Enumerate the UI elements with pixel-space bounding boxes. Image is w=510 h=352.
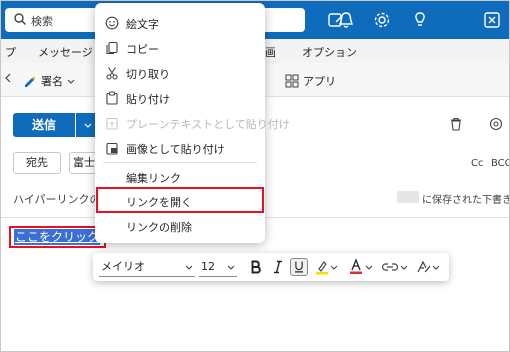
tab-help[interactable]: プ: [5, 44, 16, 60]
signature-button[interactable]: 署名: [23, 73, 75, 89]
floating-format-bar: メイリオ 12: [93, 253, 449, 281]
apps-label: アプリ: [303, 75, 336, 88]
close-window-icon[interactable]: [483, 11, 501, 29]
redacted-folder-name: [397, 191, 419, 203]
highlight-color-icon[interactable]: [315, 259, 329, 275]
context-menu: 絵文字 コピー 切り取り 貼り付け プレーンテキストとして貼り付け 画像として貼…: [95, 3, 290, 243]
menu-item-label: リンクの削除: [126, 221, 192, 234]
menu-item-label: 編集リンク: [126, 172, 181, 185]
menu-item-label: 貼り付け: [126, 93, 170, 106]
signature-label: 署名: [41, 75, 63, 88]
chevron-down-icon: [185, 265, 193, 270]
chevron-down-icon: [365, 265, 373, 270]
popout-icon[interactable]: [489, 117, 503, 131]
font-color-icon[interactable]: [349, 258, 363, 275]
menu-item-paste-as-image[interactable]: 画像として貼り付け: [95, 136, 265, 160]
paste-image-icon: [106, 142, 118, 155]
outlook-compose-window: 検索 プ メッセージ 画 オプション 署名 アプリ 送信 宛先 富士 Cc BC…: [0, 0, 510, 352]
chevron-down-icon: [227, 265, 235, 270]
emoji-icon: [105, 16, 119, 30]
menu-item-label: コピー: [126, 43, 159, 56]
bcc-button[interactable]: BCC: [491, 158, 509, 169]
chevron-down-icon: [432, 265, 440, 270]
menu-item-edit-link[interactable]: 編集リンク: [95, 165, 265, 189]
send-button[interactable]: 送信: [13, 113, 75, 137]
apps-button[interactable]: アプリ: [285, 73, 336, 89]
gear-icon[interactable]: [373, 11, 391, 29]
font-size-select[interactable]: 12: [199, 257, 237, 277]
menu-item-label: 画像として貼り付け: [126, 143, 225, 156]
bell-icon[interactable]: [337, 11, 355, 29]
menu-item-paste-plain-text: プレーンテキストとして貼り付け: [95, 111, 290, 135]
font-family-select[interactable]: メイリオ: [99, 257, 195, 277]
menu-item-cut[interactable]: 切り取り: [95, 61, 265, 85]
to-button[interactable]: 宛先: [13, 152, 61, 174]
menu-item-paste[interactable]: 貼り付け: [95, 86, 265, 110]
font-size-value: 12: [201, 260, 215, 273]
clear-formatting-icon[interactable]: [415, 259, 431, 275]
bold-icon[interactable]: [247, 258, 265, 276]
menu-item-label: プレーンテキストとして貼り付け: [126, 118, 290, 131]
copy-icon: [106, 41, 118, 55]
menu-separator: [103, 162, 257, 163]
paste-icon: [106, 91, 118, 105]
lightbulb-icon[interactable]: [411, 11, 429, 29]
chevron-down-icon: [67, 79, 75, 84]
hyperlink-text[interactable]: ここをクリック: [14, 229, 100, 245]
toolbar-overflow-chevron[interactable]: [5, 73, 11, 83]
menu-item-remove-link[interactable]: リンクの削除: [95, 214, 265, 238]
delete-icon[interactable]: [449, 117, 463, 131]
search-placeholder: 検索: [31, 15, 53, 28]
open-link-highlight-frame: [96, 187, 264, 213]
cc-button[interactable]: Cc: [471, 158, 483, 169]
tab-draw[interactable]: 画: [265, 44, 276, 60]
tab-message[interactable]: メッセージ: [38, 44, 93, 60]
underline-icon[interactable]: [290, 258, 308, 276]
link-icon[interactable]: [381, 261, 399, 273]
italic-icon[interactable]: [269, 258, 287, 276]
font-family-value: メイリオ: [101, 260, 145, 273]
menu-item-label: 絵文字: [126, 18, 159, 31]
draft-saved-status: に保存された下書き: [422, 195, 510, 206]
search-icon: [14, 13, 26, 25]
menu-item-label: 切り取り: [126, 68, 170, 81]
cut-icon: [106, 67, 118, 80]
chevron-left-icon: [5, 73, 11, 83]
paste-text-icon: [106, 117, 118, 130]
menu-item-copy[interactable]: コピー: [95, 36, 265, 60]
apps-icon: [285, 74, 299, 88]
chevron-down-icon: [330, 265, 338, 270]
chevron-down-icon: [84, 123, 92, 128]
chevron-down-icon: [400, 265, 408, 270]
signature-icon: [25, 76, 36, 87]
menu-item-emoji[interactable]: 絵文字: [95, 11, 265, 35]
tab-options[interactable]: オプション: [302, 44, 357, 60]
